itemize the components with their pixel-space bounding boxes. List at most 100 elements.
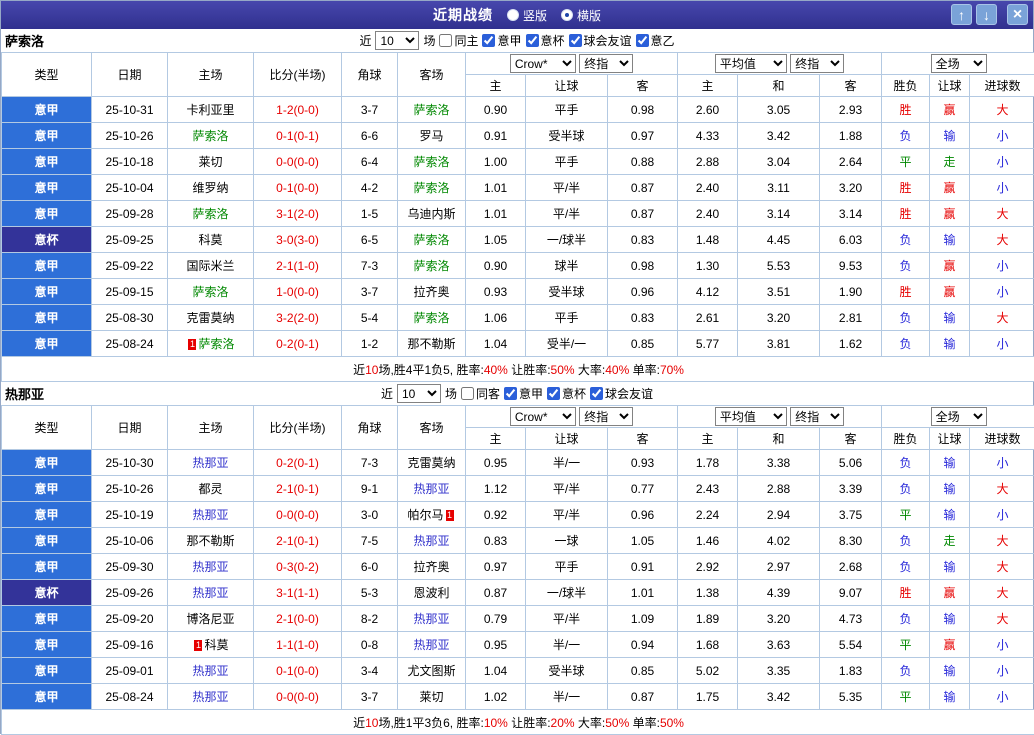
league-checkbox[interactable]: [569, 34, 582, 47]
same-venue-filter[interactable]: 同主: [439, 32, 478, 49]
team-name-text: 萨索洛: [192, 207, 228, 221]
competition-cell: 意甲: [2, 279, 92, 305]
layout-radio[interactable]: [507, 9, 519, 21]
league-filter[interactable]: 意杯: [547, 385, 586, 402]
avg-draw-cell: 3.14: [738, 201, 820, 227]
away-odds-cell: 1.01: [608, 580, 678, 606]
home-odds-cell: 0.90: [466, 253, 526, 279]
league-checkbox[interactable]: [526, 34, 539, 47]
corner-cell: 6-0: [342, 554, 398, 580]
league-checkbox[interactable]: [547, 387, 560, 400]
score-cell: 0-0(0-0): [254, 684, 342, 710]
league-filter[interactable]: 意乙: [636, 32, 675, 49]
league-filter[interactable]: 球会友谊: [590, 385, 653, 402]
away-odds-cell: 0.85: [608, 658, 678, 684]
date-cell: 25-09-22: [92, 253, 168, 279]
league-label: 球会友谊: [584, 32, 632, 49]
away-odds-cell: 0.77: [608, 476, 678, 502]
league-filter[interactable]: 意甲: [504, 385, 543, 402]
avg-final-select[interactable]: 终指: [790, 54, 844, 73]
full-match-select[interactable]: 全场: [931, 54, 987, 73]
same-venue-checkbox-1[interactable]: [461, 387, 474, 400]
same-venue-label: 同客: [476, 385, 500, 402]
avg-away-cell: 3.14: [820, 201, 882, 227]
avg-away-cell: 6.03: [820, 227, 882, 253]
handicap-cell: 半/一: [526, 450, 608, 476]
scroll-up-button[interactable]: ↑: [951, 4, 972, 25]
team-name-text: 热那亚: [413, 638, 449, 652]
games-count-select[interactable]: 10: [397, 384, 441, 403]
date-cell: 25-09-20: [92, 606, 168, 632]
goals-result-cell: 小: [970, 149, 1034, 175]
league-filter[interactable]: 球会友谊: [569, 32, 632, 49]
score-cell: 2-1(0-1): [254, 528, 342, 554]
filter-bar: 热那亚 近 10 场 同客 意甲意杯球会友谊: [1, 382, 1033, 405]
full-match-select[interactable]: 全场: [931, 407, 987, 426]
winloss-result-cell: 平: [882, 149, 930, 175]
avg-away-cell: 2.81: [820, 305, 882, 331]
close-button[interactable]: ×: [1007, 4, 1028, 25]
col-handicap-result: 让球: [930, 75, 970, 97]
handicap-cell: 一球: [526, 528, 608, 554]
team-name-text: 科莫: [198, 233, 222, 247]
league-filter[interactable]: 意甲: [482, 32, 521, 49]
odds-source-select[interactable]: Crow*: [510, 407, 576, 426]
league-checkbox[interactable]: [504, 387, 517, 400]
summary-0: 近10场,胜4平1负5, 胜率:40% 让胜率:50% 大率:40% 单率:70…: [2, 357, 1034, 382]
date-cell: 25-09-28: [92, 201, 168, 227]
avg-draw-cell: 3.42: [738, 684, 820, 710]
avg-home-cell: 1.89: [678, 606, 738, 632]
score-cell: 3-0(3-0): [254, 227, 342, 253]
avg-away-cell: 9.53: [820, 253, 882, 279]
handicap-result-cell: 走: [930, 149, 970, 175]
match-row: 意甲25-08-30克雷莫纳3-2(2-0)5-4萨索洛1.06平手0.832.…: [2, 305, 1034, 331]
layout-option-horizontal[interactable]: 横版: [561, 7, 601, 24]
home-team-cell: 卡利亚里: [168, 97, 254, 123]
league-checkbox[interactable]: [590, 387, 603, 400]
score-cell: 0-0(0-0): [254, 149, 342, 175]
league-checkbox[interactable]: [482, 34, 495, 47]
odds-group-header: Crow* 终指: [466, 53, 678, 75]
date-cell: 25-10-18: [92, 149, 168, 175]
home-team-cell: 维罗纳: [168, 175, 254, 201]
home-team-cell: 萨索洛: [168, 279, 254, 305]
layout-option-vertical[interactable]: 竖版: [507, 7, 547, 24]
avg-draw-cell: 3.51: [738, 279, 820, 305]
league-checkbox[interactable]: [636, 34, 649, 47]
summary-text: 单率:: [629, 716, 660, 730]
col-type: 类型: [2, 53, 92, 97]
games-count-select[interactable]: 10: [375, 31, 419, 50]
handicap-result-cell: 赢: [930, 279, 970, 305]
final-odds-select[interactable]: 终指: [579, 407, 633, 426]
avg-final-select[interactable]: 终指: [790, 407, 844, 426]
winloss-result-cell: 负: [882, 658, 930, 684]
summary-1: 近10场,胜1平3负6, 胜率:10% 让胜率:20% 大率:50% 单率:50…: [2, 710, 1034, 735]
away-team-cell: 萨索洛: [398, 175, 466, 201]
summary-text: 让胜率:: [508, 716, 551, 730]
corner-cell: 6-5: [342, 227, 398, 253]
summary-text: 胜率:: [456, 363, 483, 377]
same-venue-checkbox-0[interactable]: [439, 34, 452, 47]
average-select[interactable]: 平均值: [715, 54, 787, 73]
league-filter[interactable]: 意杯: [526, 32, 565, 49]
away-team-cell: 罗马: [398, 123, 466, 149]
team-name-text: 热那亚: [192, 508, 228, 522]
league-label: 球会友谊: [605, 385, 653, 402]
scroll-down-button[interactable]: ↓: [976, 4, 997, 25]
home-odds-cell: 1.04: [466, 331, 526, 357]
same-venue-filter[interactable]: 同客: [461, 385, 500, 402]
avg-home-cell: 2.61: [678, 305, 738, 331]
away-odds-cell: 1.05: [608, 528, 678, 554]
layout-radio[interactable]: [561, 9, 573, 21]
final-odds-select[interactable]: 终指: [579, 54, 633, 73]
date-cell: 25-09-26: [92, 580, 168, 606]
summary-text: 40%: [605, 363, 629, 377]
home-team-cell: 国际米兰: [168, 253, 254, 279]
odds-source-select[interactable]: Crow*: [510, 54, 576, 73]
summary-text: 40%: [484, 363, 508, 377]
summary-text: 50%: [660, 716, 684, 730]
handicap-result-cell: 输: [930, 606, 970, 632]
handicap-result-cell: 赢: [930, 253, 970, 279]
team-name-text: 热那亚: [192, 586, 228, 600]
average-select[interactable]: 平均值: [715, 407, 787, 426]
